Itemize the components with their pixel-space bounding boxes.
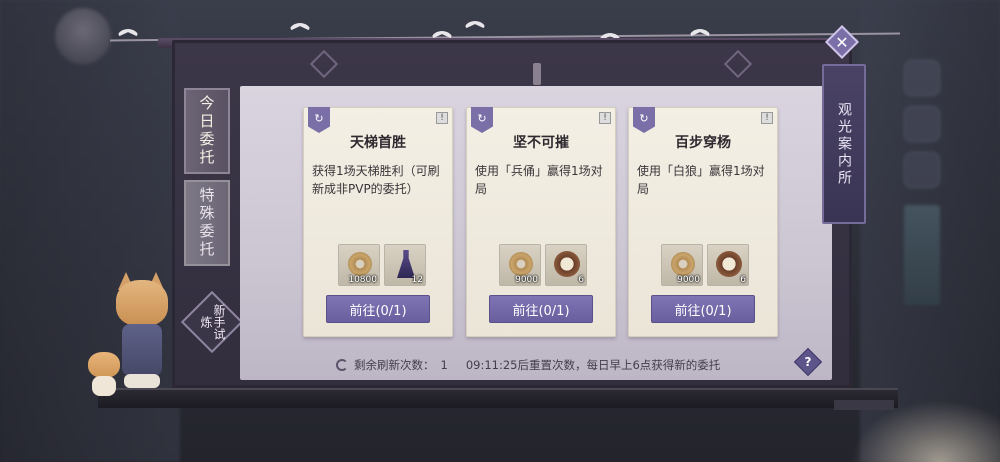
- refresh-icon: [336, 359, 348, 371]
- reward-list: 10800 12: [338, 244, 426, 286]
- reward-count: 10800: [348, 275, 377, 285]
- close-icon[interactable]: ✕: [830, 30, 854, 54]
- reward-count: 9000: [677, 275, 700, 285]
- reward-item[interactable]: 9000: [661, 244, 703, 286]
- kitten-mascot: [86, 352, 122, 396]
- commission-card: ↻ ! 百步穿杨 使用「白狼」赢得1场对局 9000 6 前往(0/1): [628, 107, 778, 337]
- newbie-trial-label: 新手试炼: [199, 304, 226, 340]
- go-button[interactable]: 前往(0/1): [326, 295, 430, 323]
- info-icon[interactable]: !: [761, 112, 773, 124]
- card-title: 坚不可摧: [513, 135, 569, 151]
- info-icon[interactable]: !: [436, 112, 448, 124]
- reset-countdown: 09:11:25后重置次数，每日早上6点获得新的委托: [465, 358, 721, 372]
- commission-card: ↻ ! 坚不可摧 使用「兵俑」赢得1场对局 9000 6 前往(0/1): [466, 107, 616, 337]
- card-title: 百步穿杨: [675, 135, 731, 151]
- reward-count: 6: [578, 275, 584, 285]
- refresh-icon[interactable]: ↻: [633, 107, 655, 133]
- tab-special-commission[interactable]: 特殊委托: [184, 180, 230, 266]
- bottle-icon: [397, 250, 415, 278]
- coin-icon: [671, 252, 695, 276]
- coin-icon: [509, 252, 533, 276]
- reward-item[interactable]: 9000: [499, 244, 541, 286]
- swallow-icon: [465, 18, 485, 32]
- banner-label: 观光案内所: [836, 101, 852, 187]
- reward-count: 6: [740, 275, 746, 285]
- floor-ledge: [98, 388, 898, 408]
- refresh-label: 剩余刷新次数：: [354, 358, 435, 372]
- tab-daily-commission[interactable]: 今日委托: [184, 88, 230, 174]
- card-title: 天梯首胜: [350, 135, 406, 151]
- reward-item[interactable]: 6: [707, 244, 749, 286]
- paper-pin: [533, 63, 541, 85]
- drum-icon: [716, 251, 742, 277]
- commission-card: ↻ ! 天梯首胜 获得1场天梯胜利（可刷新成非PVP的委托） 10800 12 …: [303, 107, 453, 337]
- swallow-icon: [118, 26, 138, 40]
- reward-list: 9000 6: [499, 244, 587, 286]
- drum-icon: [554, 251, 580, 277]
- card-description: 使用「兵俑」赢得1场对局: [475, 164, 603, 196]
- menu-icon: [904, 106, 940, 142]
- menu-icon: [904, 152, 940, 188]
- card-description: 获得1场天梯胜利（可刷新成非PVP的委托）: [312, 164, 440, 196]
- refresh-icon[interactable]: ↻: [308, 107, 330, 133]
- refresh-icon[interactable]: ↻: [471, 107, 493, 133]
- reward-list: 9000 6: [661, 244, 749, 286]
- player-avatar: [55, 8, 111, 64]
- swallow-icon: [290, 20, 310, 34]
- go-button[interactable]: 前往(0/1): [651, 295, 755, 323]
- info-icon[interactable]: !: [599, 112, 611, 124]
- reward-item[interactable]: 6: [545, 244, 587, 286]
- background-banner: [904, 205, 940, 305]
- menu-icon: [904, 60, 940, 96]
- go-button[interactable]: 前往(0/1): [489, 295, 593, 323]
- ornament-icon: [720, 49, 760, 79]
- ornament-icon: [306, 49, 346, 79]
- help-icon[interactable]: ?: [798, 352, 818, 372]
- coin-icon: [348, 252, 372, 276]
- reward-item[interactable]: 12: [384, 244, 426, 286]
- refresh-count: 1: [440, 358, 448, 372]
- reward-item[interactable]: 10800: [338, 244, 380, 286]
- reward-count: 12: [411, 275, 423, 285]
- refresh-status: 剩余刷新次数： 1 09:11:25后重置次数，每日早上6点获得新的委托: [336, 357, 720, 373]
- plant-decoration: [850, 400, 1000, 462]
- reward-count: 9000: [515, 275, 538, 285]
- card-description: 使用「白狼」赢得1场对局: [637, 164, 765, 196]
